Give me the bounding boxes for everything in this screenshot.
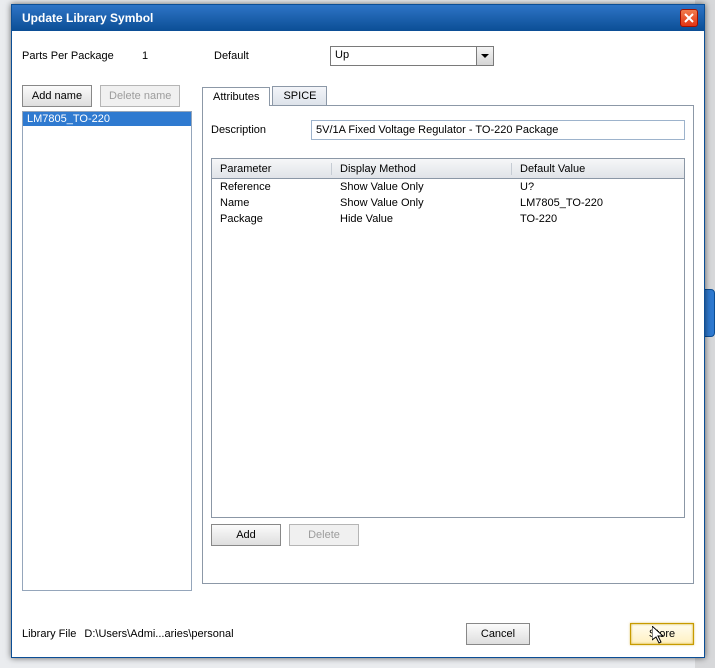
library-file-path: D:\Users\Admi...aries\personal <box>84 628 233 640</box>
default-dropdown-value: Up <box>331 47 476 65</box>
table-row[interactable]: Name Show Value Only LM7805_TO-220 <box>212 195 684 211</box>
tab-attributes[interactable]: Attributes <box>202 87 270 106</box>
parts-per-package-value: 1 <box>142 50 214 62</box>
table-header: Parameter Display Method Default Value <box>212 159 684 179</box>
add-name-button[interactable]: Add name <box>22 85 92 107</box>
add-parameter-button[interactable]: Add <box>211 524 281 546</box>
dialog-title: Update Library Symbol <box>22 11 153 25</box>
table-row[interactable]: Reference Show Value Only U? <box>212 179 684 195</box>
titlebar[interactable]: Update Library Symbol <box>12 5 704 31</box>
description-label: Description <box>211 124 311 136</box>
chevron-down-icon <box>476 47 493 65</box>
tab-spice[interactable]: SPICE <box>272 86 327 105</box>
update-library-symbol-dialog: Update Library Symbol Parts Per Package … <box>11 4 705 658</box>
parts-per-package-label: Parts Per Package <box>22 50 142 62</box>
table-row[interactable]: Package Hide Value TO-220 <box>212 211 684 227</box>
cancel-button[interactable]: Cancel <box>466 623 530 645</box>
delete-name-button: Delete name <box>100 85 180 107</box>
list-item[interactable]: LM7805_TO-220 <box>23 112 191 126</box>
header-display-method: Display Method <box>332 163 512 175</box>
library-file-label: Library File <box>22 628 76 640</box>
header-parameter: Parameter <box>212 163 332 175</box>
store-button[interactable]: Store <box>630 623 694 645</box>
attributes-panel: Description Parameter Display Method Def… <box>202 106 694 584</box>
close-icon <box>684 13 694 23</box>
default-label: Default <box>214 50 330 62</box>
header-default-value: Default Value <box>512 163 684 175</box>
close-button[interactable] <box>680 9 698 27</box>
description-input[interactable] <box>311 120 685 140</box>
default-dropdown[interactable]: Up <box>330 46 494 66</box>
parameters-table[interactable]: Parameter Display Method Default Value R… <box>211 158 685 518</box>
delete-parameter-button: Delete <box>289 524 359 546</box>
part-names-list[interactable]: LM7805_TO-220 <box>22 111 192 591</box>
